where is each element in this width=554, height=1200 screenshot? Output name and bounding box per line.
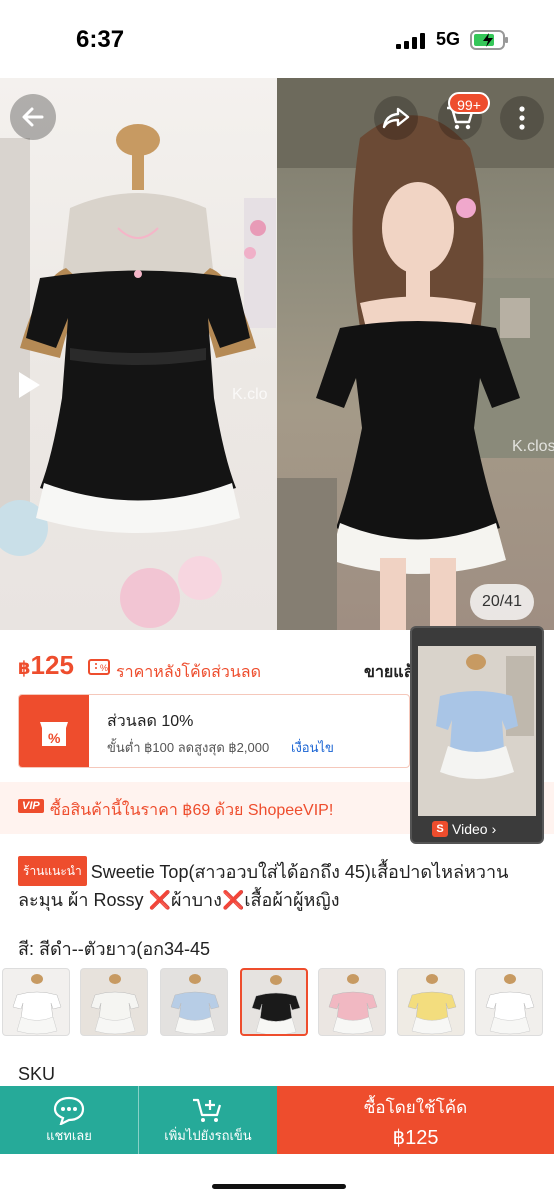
variant-thumbnail[interactable] [160, 968, 228, 1036]
arrow-left-icon [22, 107, 44, 127]
chat-button[interactable]: แชทเลย [0, 1086, 138, 1154]
video-button[interactable]: S Video › [432, 818, 496, 840]
cart-count-badge: 99+ [448, 92, 490, 114]
product-title: ร้านแนะนำ Sweetie Top(สาวอวบใส่ได้อกถึง 4… [18, 856, 538, 914]
sold-count: ขายแล้ [364, 664, 414, 681]
x-mark-icon: ❌ [148, 890, 171, 910]
product-photo-illustration [0, 78, 554, 630]
network-type: 5G [436, 29, 461, 49]
watermark-left: K.clo [232, 386, 268, 403]
more-vertical-icon [519, 106, 525, 130]
signal-icon [396, 33, 425, 49]
play-icon[interactable] [16, 370, 42, 400]
buy-now-button[interactable]: ซื้อโดยใช้โค้ด ฿125 [277, 1086, 554, 1154]
sku-label: SKU [18, 1064, 56, 1084]
buy-label: ซื้อโดยใช้โค้ด [363, 1098, 468, 1117]
voucher-card[interactable]: % ส่วนลด 10% ขั้นต่ำ ฿100 ลดสูงสุด ฿2,00… [18, 694, 410, 768]
variant-thumbnail[interactable] [475, 968, 543, 1036]
add-cart-label: เพิ่มไปยังรถเข็น [164, 1127, 252, 1143]
product-image-gallery[interactable]: K.clo K.clos 99+ 20/41 [0, 78, 554, 630]
svg-text:%: % [100, 663, 108, 673]
svg-text:%: % [48, 730, 61, 746]
status-time: 6:37 [76, 26, 125, 53]
buy-price: ฿125 [392, 1127, 439, 1149]
battery-icon [470, 30, 508, 50]
variant-thumbnail[interactable] [240, 968, 308, 1036]
variant-thumbnail[interactable] [80, 968, 148, 1036]
variant-thumbnail[interactable] [397, 968, 465, 1036]
vip-text: ซื้อสินค้านี้ในราคา ฿69 ด้วย ShopeeVIP! [50, 802, 334, 819]
recommended-shop-badge: ร้านแนะนำ [18, 856, 87, 886]
coupon-icon: % [88, 659, 110, 675]
video-label: Video [452, 821, 488, 837]
add-cart-icon [193, 1098, 222, 1122]
chat-icon [53, 1096, 85, 1125]
price-note: ราคาหลังโค้ดส่วนลด [116, 664, 261, 681]
status-bar: 6:37 5G [0, 0, 554, 78]
variant-thumbnail[interactable] [2, 968, 70, 1036]
chevron-right-icon: › [491, 821, 497, 837]
share-icon [382, 107, 410, 129]
voucher-icon-area: % [19, 695, 89, 767]
shopee-video-icon: S [432, 821, 448, 837]
x-mark-icon: ❌ [221, 890, 245, 910]
chat-label: แชทเลย [46, 1127, 92, 1143]
variant-thumbnail[interactable] [318, 968, 386, 1036]
watermark-right: K.clos [512, 438, 554, 455]
voucher-conditions: ขั้นต่ำ ฿100 ลดสูงสุด ฿2,000 [107, 740, 270, 755]
voucher-title: ส่วนลด 10% [107, 713, 194, 730]
video-thumbnail [418, 646, 536, 816]
more-button[interactable] [500, 96, 544, 140]
vip-badge: VIP [18, 799, 44, 813]
back-button[interactable] [10, 94, 56, 140]
shop-voucher-icon: % [40, 722, 68, 746]
image-counter: 20/41 [470, 584, 534, 620]
voucher-terms-link[interactable]: เงื่อนไข [291, 737, 334, 758]
add-to-cart-button[interactable]: เพิ่มไปยังรถเข็น [138, 1086, 277, 1154]
bottom-action-bar: แชทเลย เพิ่มไปยังรถเข็น ซื้อโดยใช้โค้ด ฿… [0, 1086, 554, 1154]
product-price: ฿125 [18, 650, 74, 680]
home-indicator [0, 1154, 554, 1200]
share-button[interactable] [374, 96, 418, 140]
floating-video-card[interactable]: S Video › [410, 626, 544, 844]
selected-variant-label: สี: สีดำ--ตัวยาว(อก34-45 [18, 939, 211, 959]
variant-thumbnails [0, 968, 554, 1038]
